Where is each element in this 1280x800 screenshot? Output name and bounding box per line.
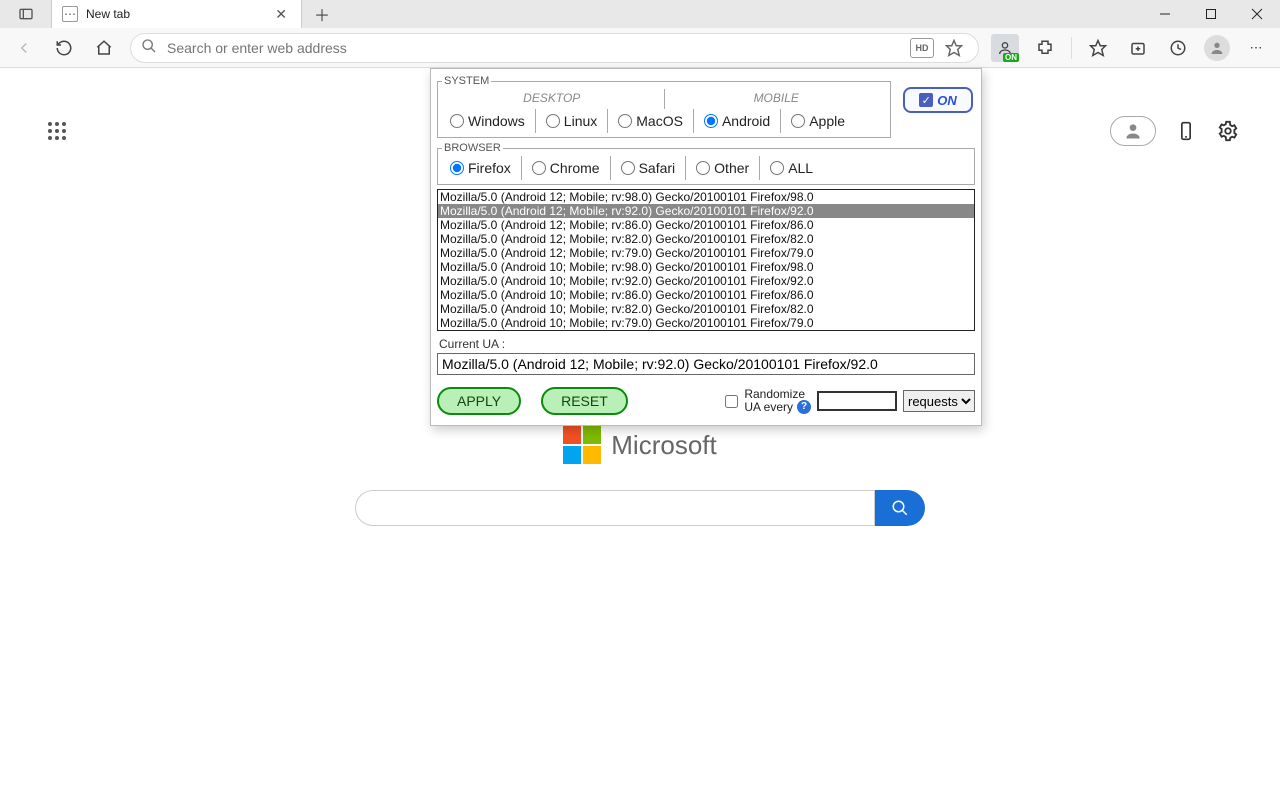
- ua-list-item[interactable]: Mozilla/5.0 (Android 12; Mobile; rv:82.0…: [438, 232, 974, 246]
- account-pill[interactable]: [1110, 116, 1156, 146]
- minimize-button[interactable]: [1142, 0, 1188, 28]
- profile-button[interactable]: [1204, 35, 1230, 61]
- address-input[interactable]: [167, 40, 900, 56]
- ua-list-item[interactable]: Mozilla/5.0 (Android 10; Mobile; rv:82.0…: [438, 302, 974, 316]
- maximize-button[interactable]: [1188, 0, 1234, 28]
- tab-title: New tab: [86, 7, 263, 21]
- ua-list-item[interactable]: Mozilla/5.0 (Android 12; Mobile; rv:92.0…: [438, 204, 974, 218]
- microsoft-logo: Microsoft: [563, 426, 716, 464]
- hd-badge[interactable]: HD: [910, 38, 934, 58]
- new-tab-button[interactable]: ＋: [302, 0, 342, 28]
- browser-toolbar: HD ON ⋯: [0, 28, 1280, 68]
- ua-list-item[interactable]: Mozilla/5.0 (Android 10; Mobile; rv:92.0…: [438, 274, 974, 288]
- system-windows-option[interactable]: Windows: [440, 109, 536, 133]
- titlebar: ⋯ New tab ✕ ＋: [0, 0, 1280, 28]
- tab-favicon: ⋯: [62, 6, 78, 22]
- browser-fieldset: BROWSER Firefox Chrome Safari Other: [437, 142, 975, 185]
- system-fieldset: SYSTEM DESKTOP MOBILE Windows Linux MacO…: [437, 75, 891, 138]
- browser-other-option[interactable]: Other: [686, 156, 760, 180]
- user-agent-extension-button[interactable]: ON: [991, 34, 1019, 62]
- ua-list-item[interactable]: Mozilla/5.0 (Android 10; Mobile; rv:98.0…: [438, 260, 974, 274]
- browser-chrome-radio[interactable]: [532, 161, 546, 175]
- reset-button[interactable]: RESET: [541, 387, 628, 415]
- browser-all-option[interactable]: ALL: [760, 156, 823, 180]
- system-linux-radio[interactable]: [546, 114, 560, 128]
- user-agent-popup: ✓ ON SYSTEM DESKTOP MOBILE Windows Linux: [430, 68, 982, 426]
- mobile-icon[interactable]: [1174, 119, 1198, 143]
- favorites-button[interactable]: [1084, 34, 1112, 62]
- toggle-label: ON: [937, 93, 957, 108]
- microsoft-wordmark: Microsoft: [611, 430, 716, 461]
- help-icon[interactable]: ?: [797, 400, 811, 414]
- randomize-interval-input[interactable]: [817, 391, 897, 411]
- ua-list-item[interactable]: Mozilla/5.0 (Android 12; Mobile; rv:98.0…: [438, 190, 974, 204]
- refresh-button[interactable]: [50, 34, 78, 62]
- browser-safari-option[interactable]: Safari: [611, 156, 687, 180]
- system-macos-option[interactable]: MacOS: [608, 109, 694, 133]
- toolbar-separator: [1071, 37, 1072, 59]
- back-button[interactable]: [10, 34, 38, 62]
- system-windows-radio[interactable]: [450, 114, 464, 128]
- window-controls: [1142, 0, 1280, 28]
- browser-legend: BROWSER: [442, 142, 503, 154]
- favorites-star-icon[interactable]: [940, 34, 968, 62]
- extensions-button[interactable]: [1031, 34, 1059, 62]
- close-tab-button[interactable]: ✕: [271, 6, 291, 23]
- system-linux-option[interactable]: Linux: [536, 109, 608, 133]
- history-button[interactable]: [1164, 34, 1192, 62]
- page-search-input[interactable]: [355, 490, 875, 526]
- system-apple-radio[interactable]: [791, 114, 805, 128]
- randomize-unit-select[interactable]: requests: [903, 390, 975, 412]
- home-button[interactable]: [90, 34, 118, 62]
- apply-button[interactable]: APPLY: [437, 387, 521, 415]
- browser-tab[interactable]: ⋯ New tab ✕: [52, 0, 302, 28]
- ua-list-item[interactable]: Mozilla/5.0 (Android 12; Mobile; rv:79.0…: [438, 246, 974, 260]
- ua-list-item[interactable]: Mozilla/5.0 (Android 12; Mobile; rv:86.0…: [438, 218, 974, 232]
- check-icon: ✓: [919, 93, 933, 107]
- system-macos-radio[interactable]: [618, 114, 632, 128]
- page-search: [355, 490, 925, 526]
- randomize-label: Randomize UA every ?: [744, 388, 811, 414]
- browser-chrome-option[interactable]: Chrome: [522, 156, 611, 180]
- desktop-group-label: DESKTOP: [440, 89, 665, 109]
- current-ua-input[interactable]: [437, 353, 975, 375]
- browser-firefox-radio[interactable]: [450, 161, 464, 175]
- system-android-radio[interactable]: [704, 114, 718, 128]
- address-bar[interactable]: HD: [130, 33, 979, 63]
- system-legend: SYSTEM: [442, 75, 491, 87]
- browser-safari-radio[interactable]: [621, 161, 635, 175]
- microsoft-logo-icon: [563, 426, 601, 464]
- more-menu-button[interactable]: ⋯: [1242, 34, 1270, 62]
- current-ua-label: Current UA :: [439, 337, 975, 351]
- system-apple-option[interactable]: Apple: [781, 109, 855, 133]
- randomize-checkbox[interactable]: [725, 395, 738, 408]
- browser-other-radio[interactable]: [696, 161, 710, 175]
- mobile-group-label: MOBILE: [665, 89, 889, 109]
- settings-gear-icon[interactable]: [1216, 119, 1240, 143]
- system-android-option[interactable]: Android: [694, 109, 781, 133]
- ua-list-item[interactable]: Mozilla/5.0 (Android 10; Mobile; rv:86.0…: [438, 288, 974, 302]
- search-icon: [141, 38, 157, 57]
- user-agent-list[interactable]: Mozilla/5.0 (Android 12; Mobile; rv:98.0…: [437, 189, 975, 331]
- extension-toggle[interactable]: ✓ ON: [903, 87, 973, 113]
- extension-on-badge: ON: [1003, 53, 1019, 62]
- ua-list-item[interactable]: Mozilla/5.0 (Android 10; Mobile; rv:79.0…: [438, 316, 974, 330]
- tab-actions-button[interactable]: [0, 0, 52, 28]
- page-search-button[interactable]: [875, 490, 925, 526]
- collections-button[interactable]: [1124, 34, 1152, 62]
- app-launcher-icon[interactable]: [48, 122, 66, 140]
- browser-all-radio[interactable]: [770, 161, 784, 175]
- browser-firefox-option[interactable]: Firefox: [440, 156, 522, 180]
- close-window-button[interactable]: [1234, 0, 1280, 28]
